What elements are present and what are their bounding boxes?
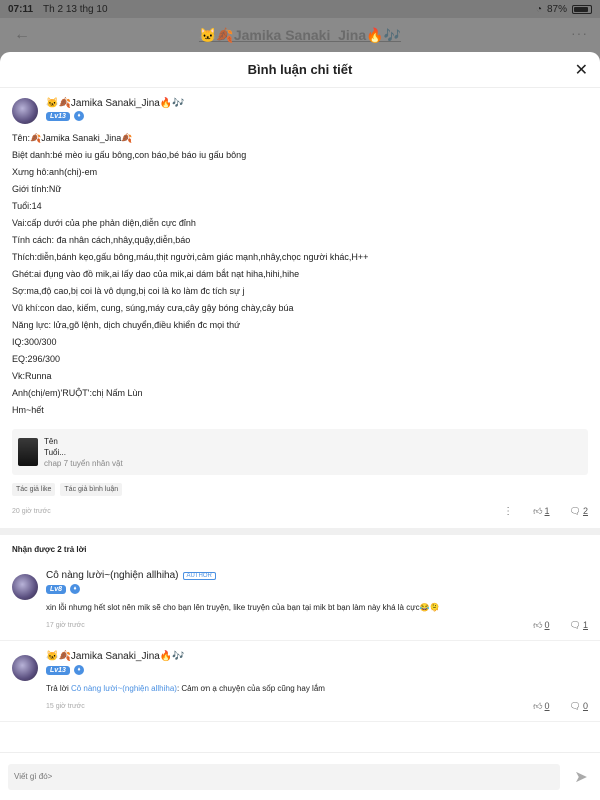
reply-mention[interactable]: Cô nàng lười~(nghiện allhiha) — [71, 684, 177, 693]
status-bar: 07:11 Th 2 13 thg 10 ◔ 87% — [0, 0, 600, 18]
comment-line: Vk:Runna — [12, 371, 52, 381]
like-button[interactable]: 👍︎ 0 — [533, 620, 549, 631]
comment-detail-sheet: Bình luận chi tiết ✕ 🐱🍂Jamika Sanaki_Jin… — [0, 52, 600, 800]
shield-icon: ♦ — [73, 111, 84, 121]
comment-line: Giới tính:Nữ — [12, 184, 62, 194]
wifi-icon: ◔ — [535, 3, 542, 15]
back-arrow-icon[interactable]: ← — [14, 26, 30, 44]
replies-title: Nhận được 2 trả lời — [12, 545, 87, 554]
status-date: Th 2 13 thg 10 — [43, 3, 108, 15]
thumbs-up-icon: 👍︎ — [533, 619, 543, 630]
comment-line: Ghét:ai đụng vào đồ mik,ai lấy dao của m… — [12, 269, 300, 279]
comment-line: Xưng hô:anh(chị)-em — [12, 167, 98, 177]
status-time: 07:11 — [8, 3, 34, 15]
background-header: ← 🐱🍂Jamika Sanaki_Jina🔥🎶 ··· — [0, 18, 600, 52]
chapter-thumbnail — [18, 438, 38, 466]
sheet-header: Bình luận chi tiết ✕ — [0, 52, 600, 88]
reply-body: : Cảm ơn ạ chuyện của sốp cũng hay lắm — [176, 684, 325, 693]
reply-count: 1 — [582, 620, 588, 630]
comment-body: Tên:🍂Jamika Sanaki_Jina🍂 Biệt danh:bé mèo… — [12, 130, 588, 419]
reply-button[interactable]: 🗨︎ 0 — [570, 701, 588, 712]
battery-icon — [572, 4, 592, 14]
reply-count: 0 — [582, 701, 588, 711]
close-icon[interactable]: ✕ — [575, 60, 588, 80]
comment-line: Sợ:ma,độ cao,bị coi là vô dụng,bị coi là… — [12, 286, 245, 296]
reply-button[interactable]: 🗨︎ 1 — [570, 620, 588, 631]
comment-time: 20 giờ trước — [12, 507, 51, 515]
ref-source: chap 7 tuyển nhân vật — [44, 458, 123, 468]
shield-icon: ♦ — [70, 584, 81, 594]
comment-line: Vai:cấp dưới của phe phản diện,diễn cực … — [12, 218, 196, 228]
comment-composer: ➤ — [0, 752, 600, 800]
reply-time: 15 giờ trước — [46, 702, 85, 710]
comment-line: Tính cách: đa nhân cách,nhây,quậy,diễn,b… — [12, 235, 191, 245]
reply-count: 2 — [582, 506, 588, 516]
main-comment: 🐱🍂Jamika Sanaki_Jina🔥🎶 Lv13 ♦ Tên:🍂Jamik… — [0, 88, 600, 518]
username[interactable]: 🐱🍂Jamika Sanaki_Jina🔥🎶 — [46, 98, 185, 109]
comment-line: Tuổi:14 — [12, 201, 42, 211]
reply-item: Cô nàng lười~(nghiện allhiha) AUTHOR Lv8… — [0, 560, 600, 641]
like-count: 0 — [544, 701, 550, 711]
tag-author-like: Tác giả like — [12, 483, 56, 496]
comment-line: Hm~hết — [12, 405, 44, 415]
speech-bubble-icon: 🗨︎ — [569, 505, 581, 516]
sheet-title: Bình luận chi tiết — [247, 62, 353, 77]
more-options-icon[interactable]: ⋮ — [503, 506, 513, 517]
reply-text: Trả lời Cô nàng lười~(nghiện allhiha): C… — [46, 683, 588, 694]
ref-line-1: Tên — [44, 436, 58, 446]
comment-line: EQ:296/300 — [12, 354, 61, 364]
ref-line-2: Tuổi... — [44, 447, 66, 457]
like-button[interactable]: 👍︎ 1 — [533, 506, 549, 517]
reply-item: 🐱🍂Jamika Sanaki_Jina🔥🎶 Lv13 ♦ Trả lời Cô… — [0, 641, 600, 722]
comment-input[interactable] — [8, 763, 560, 790]
reply-username[interactable]: Cô nàng lười~(nghiện allhiha) — [46, 570, 179, 581]
thumbs-up-icon: 👍︎ — [533, 505, 543, 516]
reply-prefix: Trả lời — [46, 684, 71, 693]
avatar[interactable] — [12, 98, 38, 124]
reply-time: 17 giờ trước — [46, 621, 85, 629]
author-badge: AUTHOR — [182, 571, 216, 580]
level-badge: Lv8 — [46, 584, 67, 594]
comment-line: IQ:300/300 — [12, 337, 57, 347]
tag-author-comment: Tác giả bình luận — [60, 483, 123, 496]
reply-username[interactable]: 🐱🍂Jamika Sanaki_Jina🔥🎶 — [46, 651, 185, 662]
avatar[interactable] — [12, 574, 38, 600]
level-badge: Lv13 — [46, 665, 70, 675]
like-count: 0 — [544, 620, 550, 630]
thumbs-up-icon: 👍︎ — [533, 700, 543, 711]
reply-count-button[interactable]: 🗨︎ 2 — [570, 506, 588, 517]
tags: Tác giả like Tác giả bình luận — [12, 483, 588, 496]
shield-icon: ♦ — [73, 665, 84, 675]
level-badge: Lv13 — [46, 111, 70, 121]
avatar[interactable] — [12, 655, 38, 681]
comment-line: Thích:diễn,bánh kẹo,gấu bông,máu,thịt ng… — [12, 252, 369, 262]
battery-percent: 87% — [546, 3, 567, 15]
comment-line: Năng lực: lửa,gõ lệnh, dịch chuyển,điều … — [12, 320, 241, 330]
speech-bubble-icon: 🗨︎ — [569, 700, 581, 711]
comment-line: Anh(chị/em)'RUỘT':chị Nấm Lùn — [12, 388, 143, 398]
like-count: 1 — [544, 506, 550, 516]
like-button[interactable]: 👍︎ 0 — [533, 701, 549, 712]
more-icon[interactable]: ··· — [571, 25, 588, 41]
section-divider — [0, 528, 600, 535]
reply-text: xin lỗi nhưng hết slot nên mik sẽ cho bạ… — [46, 603, 440, 612]
speech-bubble-icon: 🗨︎ — [569, 619, 581, 630]
background-title: 🐱🍂Jamika Sanaki_Jina🔥🎶 — [198, 26, 402, 43]
chapter-reference-card[interactable]: Tên Tuổi... chap 7 tuyển nhân vật — [12, 429, 588, 475]
send-icon[interactable]: ➤ — [570, 766, 592, 788]
comment-line: Biệt danh:bé mèo iu gấu bông,con báo,bé … — [12, 150, 247, 160]
comment-line: Tên:🍂Jamika Sanaki_Jina🍂 — [12, 133, 133, 143]
comment-line: Vũ khí:con dao, kiếm, cung, súng,máy cưa… — [12, 303, 294, 313]
